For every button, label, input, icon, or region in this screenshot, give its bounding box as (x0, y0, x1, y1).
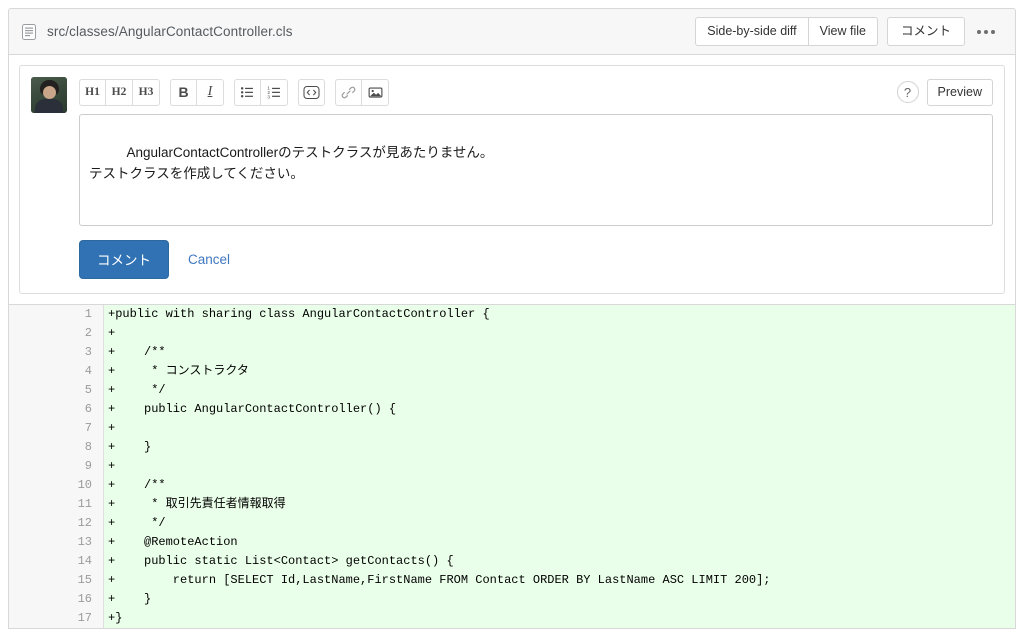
diff-line-code: + public static List<Contact> getContact… (104, 552, 1015, 571)
diff-row[interactable]: 5 + */ (9, 381, 1015, 400)
code-icon[interactable] (298, 78, 325, 106)
diff-line-number[interactable]: 10 (9, 476, 104, 495)
diff-line-number[interactable]: 15 (9, 571, 104, 590)
diff-row[interactable]: 17 +} (9, 609, 1015, 628)
diff-line-number[interactable]: 12 (9, 514, 104, 533)
link-icon[interactable] (335, 78, 362, 106)
italic-button[interactable]: I (197, 78, 224, 106)
diff-line-number[interactable]: 7 (9, 419, 104, 438)
diff-line-number[interactable]: 5 (9, 381, 104, 400)
side-by-side-diff-button[interactable]: Side-by-side diff (695, 16, 809, 47)
avatar (31, 77, 67, 113)
bold-button[interactable]: B (170, 78, 197, 106)
diff-row[interactable]: 12 + */ (9, 514, 1015, 533)
list-button-group: 1 2 3 (234, 78, 288, 106)
help-icon[interactable]: ? (896, 81, 919, 103)
diff-row[interactable]: 11 + * 取引先責任者情報取得 (9, 495, 1015, 514)
comment-input[interactable]: AngularContactControllerのテストクラスが見あたりません。… (79, 114, 993, 226)
diff-line-code: + /** (104, 343, 1015, 362)
diff-line-code: +} (104, 609, 1015, 628)
comment-form-region: H1 H2 H3 B I 1 2 3 ? Preview AngularCont… (8, 55, 1016, 305)
comment-form-actions: コメント Cancel (79, 240, 993, 279)
diff-line-number[interactable]: 17 (9, 609, 104, 628)
comment-input-value: AngularContactControllerのテストクラスが見あたりません。… (89, 144, 494, 181)
diff-line-code: + * 取引先責任者情報取得 (104, 495, 1015, 514)
kebab-menu-icon[interactable] (969, 26, 1003, 38)
diff-row[interactable]: 16 + } (9, 590, 1015, 609)
diff-line-number[interactable]: 4 (9, 362, 104, 381)
file-header-actions: Side-by-side diff View file コメント (695, 16, 1003, 47)
resize-handle-icon[interactable] (979, 212, 990, 223)
diff-row[interactable]: 9 + (9, 457, 1015, 476)
file-header-bar: src/classes/AngularContactController.cls… (8, 8, 1016, 55)
heading-2-button[interactable]: H2 (106, 78, 133, 106)
diff-line-number[interactable]: 14 (9, 552, 104, 571)
kebab-dot (977, 29, 981, 34)
numbered-list-icon[interactable]: 1 2 3 (261, 78, 288, 106)
bullet-list-icon[interactable] (234, 78, 261, 106)
kebab-dot (984, 29, 988, 34)
avatar-face (43, 86, 56, 99)
submit-comment-button[interactable]: コメント (79, 240, 169, 279)
diff-table: 1 +public with sharing class AngularConta… (8, 305, 1016, 629)
heading-button-group: H1 H2 H3 (79, 78, 160, 106)
diff-row[interactable]: 14 + public static List<Contact> getConta… (9, 552, 1015, 571)
diff-line-number[interactable]: 9 (9, 457, 104, 476)
diff-row[interactable]: 10 + /** (9, 476, 1015, 495)
code-review-page: src/classes/AngularContactController.cls… (0, 0, 1024, 635)
code-button-group (298, 78, 325, 106)
diff-row[interactable]: 8 + } (9, 438, 1015, 457)
avatar-body (35, 99, 63, 113)
file-header-left: src/classes/AngularContactController.cls (21, 23, 695, 40)
comment-form-card: H1 H2 H3 B I 1 2 3 ? Preview AngularCont… (19, 65, 1005, 294)
diff-row[interactable]: 4 + * コンストラクタ (9, 362, 1015, 381)
text-style-button-group: B I (170, 78, 224, 106)
diff-line-number[interactable]: 11 (9, 495, 104, 514)
diff-line-code: + */ (104, 381, 1015, 400)
diff-line-code: + (104, 419, 1015, 438)
diff-line-code: + @RemoteAction (104, 533, 1015, 552)
diff-line-code: + } (104, 590, 1015, 609)
heading-1-button[interactable]: H1 (79, 78, 106, 106)
diff-line-code: + /** (104, 476, 1015, 495)
file-path-label: src/classes/AngularContactController.cls (47, 24, 293, 39)
diff-line-number[interactable]: 8 (9, 438, 104, 457)
diff-line-code: + * コンストラクタ (104, 362, 1015, 381)
diff-line-code: + */ (104, 514, 1015, 533)
svg-text:3: 3 (267, 94, 270, 99)
diff-row[interactable]: 15 + return [SELECT Id,LastName,FirstName… (9, 571, 1015, 590)
kebab-dot (991, 29, 995, 34)
diff-row[interactable]: 7 + (9, 419, 1015, 438)
diff-row[interactable]: 13 + @RemoteAction (9, 533, 1015, 552)
diff-line-code: + public AngularContactController() { (104, 400, 1015, 419)
diff-line-number[interactable]: 6 (9, 400, 104, 419)
comment-button[interactable]: コメント (886, 16, 965, 47)
diff-row[interactable]: 1 +public with sharing class AngularConta… (9, 305, 1015, 324)
diff-line-number[interactable]: 3 (9, 343, 104, 362)
diff-line-code: +public with sharing class AngularContac… (104, 305, 1015, 324)
file-document-icon (21, 23, 37, 40)
diff-view-button-group: Side-by-side diff View file (695, 16, 878, 47)
diff-line-number[interactable]: 1 (9, 305, 104, 324)
diff-line-number[interactable]: 16 (9, 590, 104, 609)
diff-line-code: + } (104, 438, 1015, 457)
diff-line-number[interactable]: 2 (9, 324, 104, 343)
comment-editor: H1 H2 H3 B I 1 2 3 ? Preview AngularCont… (79, 77, 993, 282)
view-file-button[interactable]: View file (808, 16, 878, 47)
diff-row[interactable]: 2 + (9, 324, 1015, 343)
cancel-link[interactable]: Cancel (188, 252, 230, 267)
diff-line-code: + (104, 457, 1015, 476)
insert-button-group (335, 78, 389, 106)
heading-3-button[interactable]: H3 (133, 78, 160, 106)
diff-line-number[interactable]: 13 (9, 533, 104, 552)
diff-line-code: + (104, 324, 1015, 343)
image-icon[interactable] (362, 78, 389, 106)
diff-row[interactable]: 6 + public AngularContactController() { (9, 400, 1015, 419)
preview-button[interactable]: Preview (926, 78, 993, 106)
diff-line-code: + return [SELECT Id,LastName,FirstName F… (104, 571, 1015, 590)
diff-row[interactable]: 3 + /** (9, 343, 1015, 362)
editor-toolbar: H1 H2 H3 B I 1 2 3 ? Preview (79, 77, 993, 107)
